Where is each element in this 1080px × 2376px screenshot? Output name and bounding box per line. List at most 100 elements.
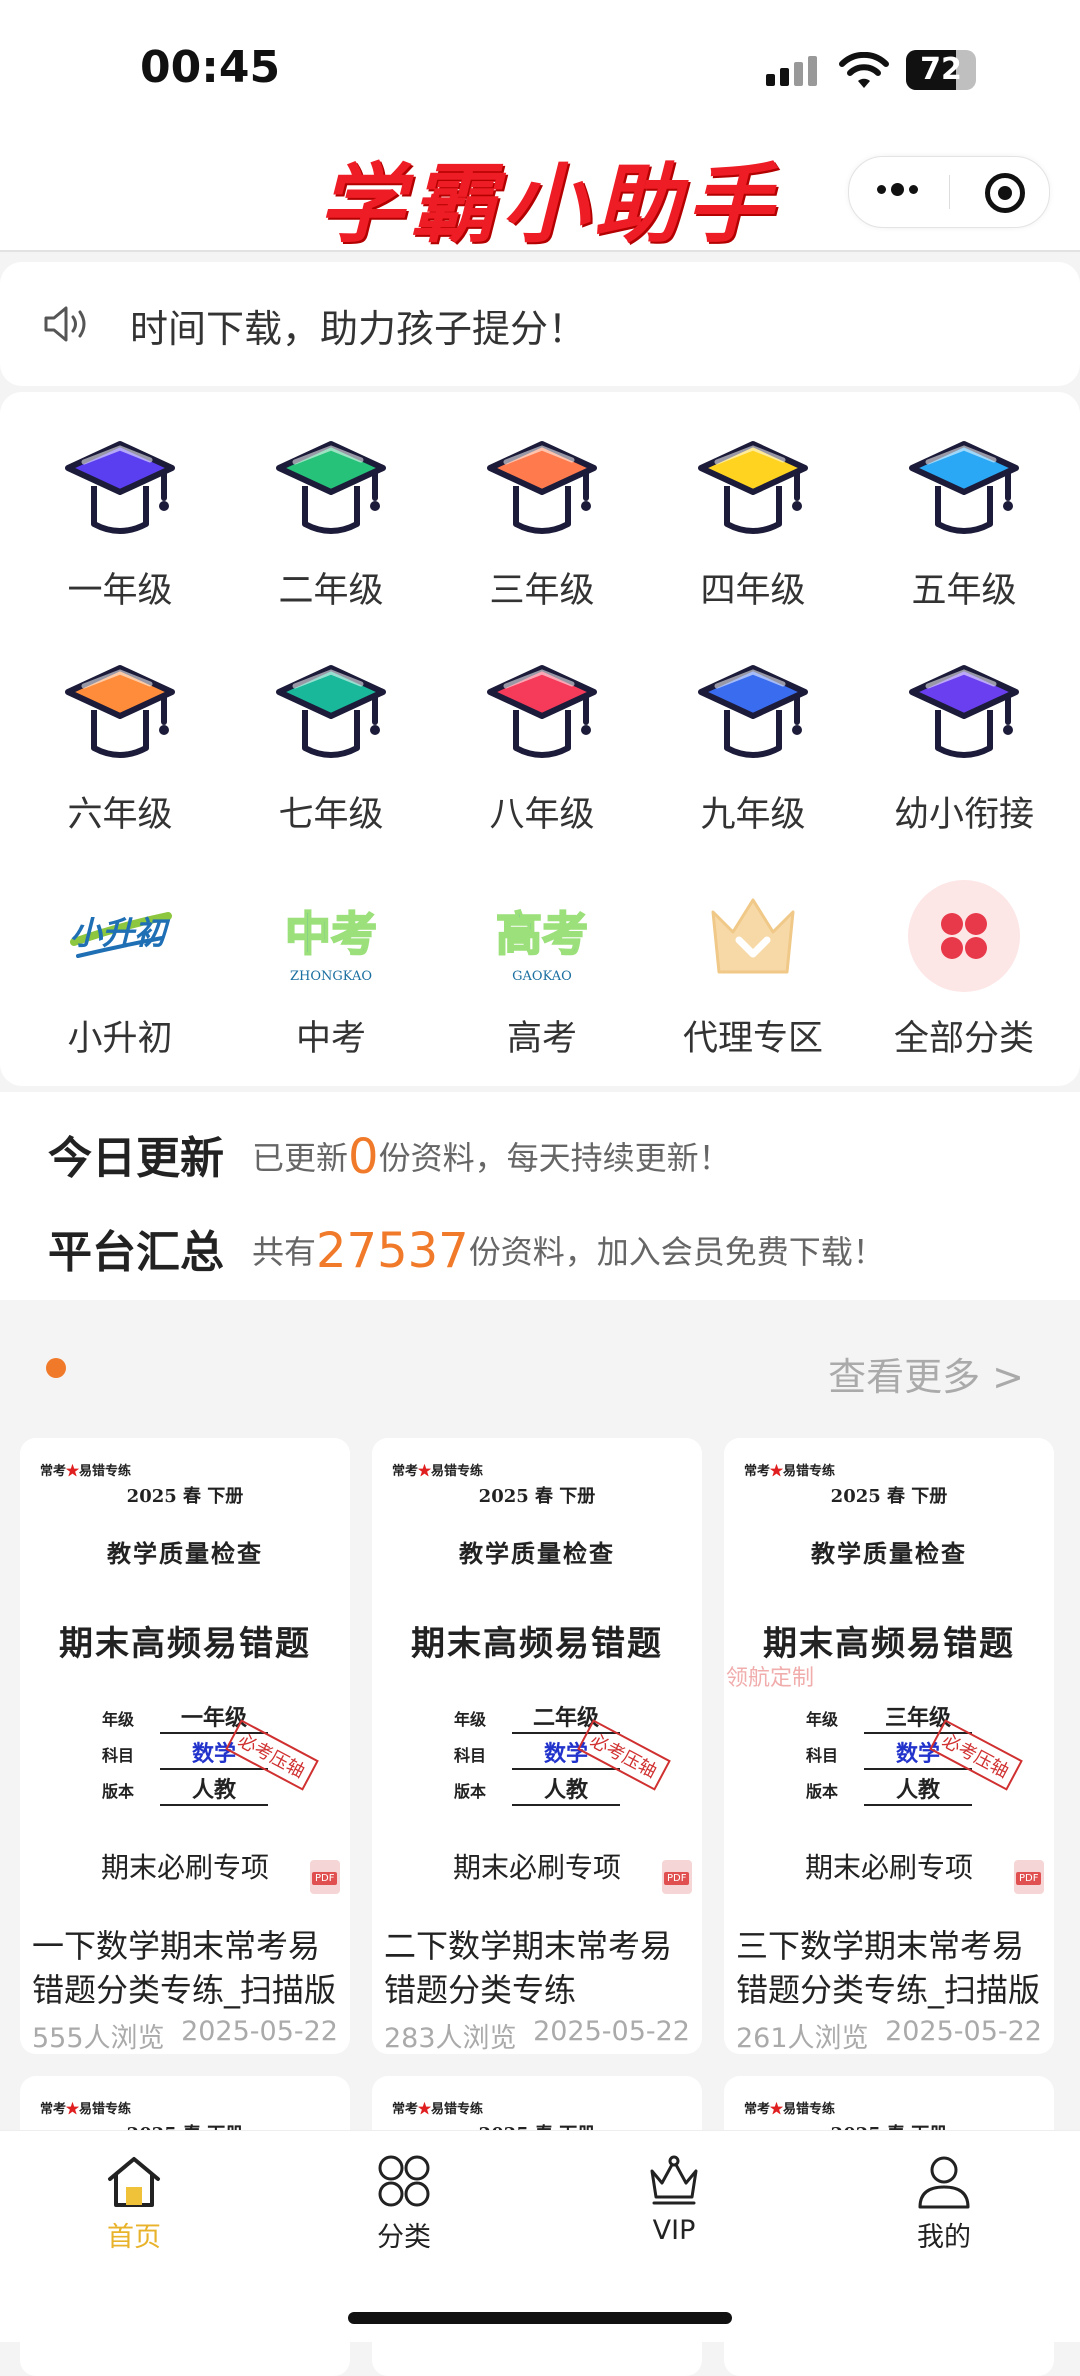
platform-total-count: 27537 <box>316 1223 469 1279</box>
today-update-row: 今日更新 已更新0份资料，每天持续更新！ <box>48 1122 731 1186</box>
tab-home[interactable]: 首页 <box>34 2153 234 2254</box>
section-indicator-dot <box>46 1358 66 1378</box>
graduation-cap-icon <box>482 428 602 548</box>
today-update-prefix: 已更新 <box>252 1139 349 1177</box>
cover-title-small: 教学质量检查 <box>459 1539 615 1568</box>
cover-grade-field: 年级 <box>454 1710 487 1729</box>
category-item[interactable]: 全部分类 <box>856 852 1072 1072</box>
cover-tag: 常考★易错专练 <box>392 1464 484 1479</box>
cellular-signal-icon <box>766 56 822 86</box>
crown-icon <box>693 876 813 996</box>
more-options-icon[interactable] <box>877 179 923 198</box>
cover-watermark: 领航定制 <box>726 1666 815 1691</box>
resource-meta: 261人浏览 2025-05-22 <box>736 2016 1042 2054</box>
resource-date: 2025-05-22 <box>885 2016 1042 2047</box>
platform-total-row: 平台汇总 共有27537份资料，加入会员免费下载！ <box>48 1216 885 1280</box>
view-more-link[interactable]: 查看更多 > <box>828 1346 1024 1401</box>
resource-cover: 常考★易错专练 2025 春 下册 教学质量检查 期末高频易错题 领航定制 年级 三年级 科目… <box>724 1438 1054 1898</box>
svg-text:ZHONGKAO: ZHONGKAO <box>290 969 372 984</box>
tab-profile-label: 我的 <box>917 2222 971 2253</box>
resource-cover: 常考★易错专练 2025 春 下册 教学质量检查 期末高频易错题 年级 一年级 科目 数学 版本… <box>20 1438 350 1898</box>
resource-title: 三下数学期末常考易错题分类专练_扫描版 <box>736 1927 1041 2009</box>
close-miniprogram-icon[interactable] <box>985 173 1025 213</box>
category-icon <box>378 2155 430 2207</box>
svg-text:GAOKAO: GAOKAO <box>512 969 572 984</box>
cover-tag: 常考★易错专练 <box>744 1464 836 1479</box>
notice-banner[interactable]: 时间下载，助力孩子提分！ <box>0 262 1080 386</box>
category-label: 高考 <box>506 1019 577 1059</box>
category-item[interactable]: 代理专区 <box>645 852 861 1072</box>
today-update-count: 0 <box>348 1129 379 1185</box>
cover-tag: 常考★易错专练 <box>744 2102 836 2117</box>
resource-date: 2025-05-22 <box>533 2016 690 2047</box>
zhongkao-logo: 中考 ZHONGKAO <box>271 876 391 996</box>
category-item[interactable]: 四年级 <box>645 404 861 624</box>
category-item[interactable]: 幼小衔接 <box>856 628 1072 848</box>
graduation-cap-icon <box>271 652 391 772</box>
category-item[interactable]: 七年级 <box>223 628 439 848</box>
resource-card[interactable]: 常考★易错专练 2025 春 下册 教学质量检查 期末高频易错题 年级 一年级 科目 数学 版本… <box>20 1438 350 2054</box>
category-label: 七年级 <box>278 795 384 835</box>
cover-edition-field: 版本 <box>806 1782 839 1801</box>
graduation-cap-icon <box>482 652 602 772</box>
category-item[interactable]: 二年级 <box>223 404 439 624</box>
cover-title-small: 教学质量检查 <box>107 1539 263 1568</box>
tab-category[interactable]: 分类 <box>304 2153 504 2254</box>
resource-card[interactable]: 常考★易错专练 2025 春 下册 教学质量检查 期末高频易错题 年级 二年级 科目 数学 版本… <box>372 1438 702 2054</box>
pdf-icon: PDF <box>662 1860 692 1894</box>
category-item[interactable]: 小升初 小升初 <box>12 852 228 1072</box>
cover-grade-field: 年级 <box>102 1710 135 1729</box>
category-item[interactable]: 八年级 <box>434 628 650 848</box>
pdf-icon: PDF <box>1014 1860 1044 1894</box>
category-label: 全部分类 <box>893 1019 1034 1059</box>
category-label: 二年级 <box>278 571 384 611</box>
wifi-icon <box>839 52 889 88</box>
cover-term: 2025 春 下册 <box>126 1486 244 1507</box>
battery-level: 72 <box>920 52 962 87</box>
cover-edition-field: 版本 <box>454 1782 487 1801</box>
category-label: 五年级 <box>911 571 1017 611</box>
tab-vip[interactable]: VIP <box>574 2153 774 2246</box>
xiaoshengchu-logo: 小升初 <box>60 876 180 996</box>
home-icon <box>108 2157 160 2207</box>
graduation-cap-icon <box>271 428 391 548</box>
category-label: 三年级 <box>489 571 595 611</box>
category-grid: 一年级 二年级 三年级 四年级 五年级 六年级 七年级 八年级 九年级 幼小衔接 小升初 小升初 中考 Z… <box>0 392 1080 1086</box>
resource-views: 283人浏览 <box>384 2023 517 2054</box>
cover-brush-title: 期末必刷专项 <box>452 1851 621 1884</box>
home-indicator <box>348 2312 732 2324</box>
graduation-cap-icon <box>60 428 180 548</box>
miniprogram-capsule <box>848 156 1050 228</box>
cover-brush-title: 期末必刷专项 <box>804 1851 973 1884</box>
category-item[interactable]: 六年级 <box>12 628 228 848</box>
gaokao-logo: 高考 GAOKAO <box>482 876 602 996</box>
svg-text:中考: 中考 <box>285 907 377 961</box>
category-item[interactable]: 五年级 <box>856 404 1072 624</box>
resource-card[interactable]: 常考★易错专练 2025 春 下册 教学质量检查 期末高频易错题 领航定制 年级 三年级 科目… <box>724 1438 1054 2054</box>
category-label: 一年级 <box>67 571 173 611</box>
category-label: 小升初 <box>67 1019 173 1059</box>
stats-panel: 今日更新 已更新0份资料，每天持续更新！ 平台汇总 共有27537份资料，加入会员免… <box>0 1092 1080 1300</box>
cover-grade-field: 年级 <box>806 1710 839 1729</box>
category-item[interactable]: 高考 GAOKAO 高考 <box>434 852 650 1072</box>
cover-tag: 常考★易错专练 <box>40 2102 132 2117</box>
category-item[interactable]: 一年级 <box>12 404 228 624</box>
category-item[interactable]: 中考 ZHONGKAO 中考 <box>223 852 439 1072</box>
tab-home-label: 首页 <box>107 2222 161 2253</box>
tab-profile[interactable]: 我的 <box>844 2153 1044 2254</box>
category-label: 八年级 <box>489 795 595 835</box>
cover-term: 2025 春 下册 <box>830 1486 948 1507</box>
category-label: 幼小衔接 <box>893 795 1034 835</box>
cover-subject-field: 科目 <box>806 1746 839 1765</box>
category-label: 中考 <box>295 1019 366 1059</box>
cover-edition-value: 人教 <box>864 1772 972 1806</box>
profile-icon <box>918 2156 970 2209</box>
bottom-tab-bar: 首页 分类 VIP 我的 <box>0 2130 1080 2342</box>
vip-crown-icon <box>650 2155 698 2205</box>
capsule-divider <box>949 175 950 209</box>
category-item[interactable]: 三年级 <box>434 404 650 624</box>
cover-brush-title: 期末必刷专项 <box>100 1851 269 1884</box>
cover-title-small: 教学质量检查 <box>811 1539 967 1568</box>
category-item[interactable]: 九年级 <box>645 628 861 848</box>
cover-title-large: 期末高频易错题 <box>763 1624 1015 1664</box>
